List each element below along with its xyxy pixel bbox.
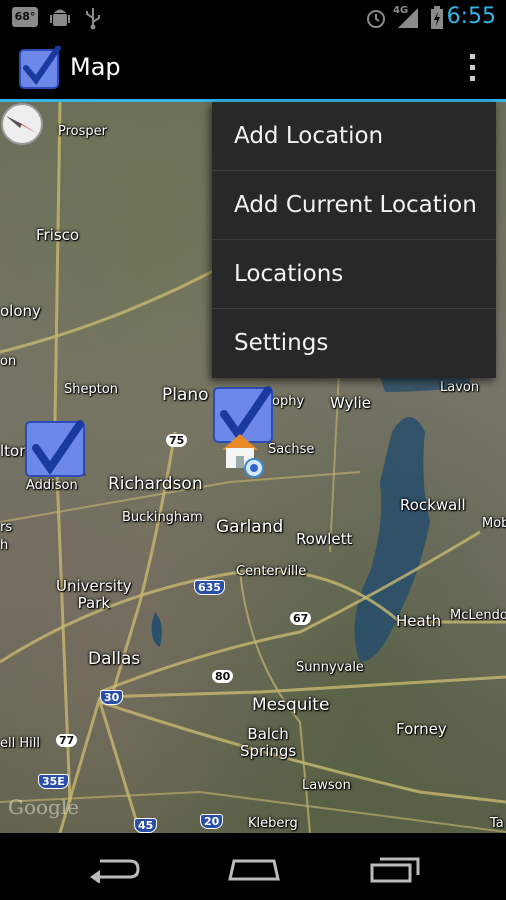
map-label: Centerville	[236, 564, 307, 579]
map-label: ophy	[272, 394, 305, 409]
map-label: Richardson	[108, 474, 203, 494]
overflow-menu: Add Location Add Current Location Locati…	[212, 102, 496, 378]
map-label: Forney	[396, 720, 447, 738]
highway-shield: 35E	[38, 774, 69, 789]
map-label: Balch Springs	[240, 725, 297, 760]
highway-shield: 77	[56, 734, 78, 747]
map-label: on	[0, 354, 17, 369]
alarm-icon	[367, 10, 385, 28]
map-label: Rockwall	[400, 496, 466, 514]
map-label: Buckingham	[122, 510, 203, 525]
map-label: Dallas	[88, 649, 141, 669]
action-bar: Map	[0, 36, 506, 102]
battery-charging-icon	[431, 6, 443, 29]
map-label: Heath	[396, 612, 442, 630]
status-bar: 68° 4G 6:55	[0, 0, 506, 36]
google-attribution: Google	[8, 795, 80, 819]
map-label: rs	[0, 520, 13, 535]
android-debug-icon	[50, 9, 70, 26]
map-label: olony	[0, 302, 41, 320]
highway-shield: 75	[166, 434, 188, 447]
navigation-bar	[0, 833, 506, 900]
menu-item-add-current-location[interactable]: Add Current Location	[212, 171, 496, 240]
map-label: Rowlett	[296, 530, 353, 548]
menu-item-add-location[interactable]: Add Location	[212, 102, 496, 171]
highway-shield: 635	[194, 580, 225, 595]
recent-apps-icon[interactable]	[368, 853, 424, 883]
highway-shield: 30	[100, 690, 124, 705]
page-title: Map	[70, 53, 121, 81]
highway-shield: 20	[200, 814, 224, 829]
map-label: h	[0, 538, 9, 553]
menu-item-locations[interactable]: Locations	[212, 240, 496, 309]
clock: 6:55	[446, 4, 496, 29]
overflow-menu-icon[interactable]	[468, 54, 476, 84]
back-icon[interactable]	[86, 853, 142, 883]
map-label: Frisco	[36, 226, 80, 244]
map-label: Sunnyvale	[296, 660, 364, 675]
map-label: Kleberg	[248, 816, 298, 831]
map-label: Ta	[490, 816, 504, 831]
menu-item-settings[interactable]: Settings	[212, 309, 496, 378]
map-label: Garland	[216, 517, 284, 537]
home-location-marker[interactable]	[220, 430, 270, 480]
usb-icon	[86, 8, 100, 30]
highway-shield: 67	[290, 612, 312, 625]
compass-icon[interactable]	[0, 102, 44, 146]
highway-shield: 80	[212, 670, 234, 683]
map-label: ell Hill	[0, 736, 40, 751]
map-label: Sachse	[268, 442, 315, 457]
map-label: Lavon	[440, 380, 480, 395]
signal-icon	[398, 8, 418, 28]
checkmark-app-icon[interactable]	[18, 46, 62, 90]
map-label: University Park	[56, 577, 132, 612]
map-label: Shepton	[64, 382, 119, 397]
highway-shield: 45	[134, 818, 158, 833]
map-label: Mob	[482, 516, 506, 531]
map-label: McLendo	[450, 608, 506, 623]
map-label: Mesquite	[252, 695, 330, 715]
checkmark-marker[interactable]	[24, 420, 86, 482]
map-label: Wylie	[330, 394, 372, 412]
home-icon[interactable]	[226, 853, 282, 883]
weather-icon: 68°	[12, 7, 38, 27]
map-label: Lawson	[302, 778, 351, 793]
map-label: Prosper	[58, 124, 107, 139]
map-label: Plano	[162, 385, 209, 405]
